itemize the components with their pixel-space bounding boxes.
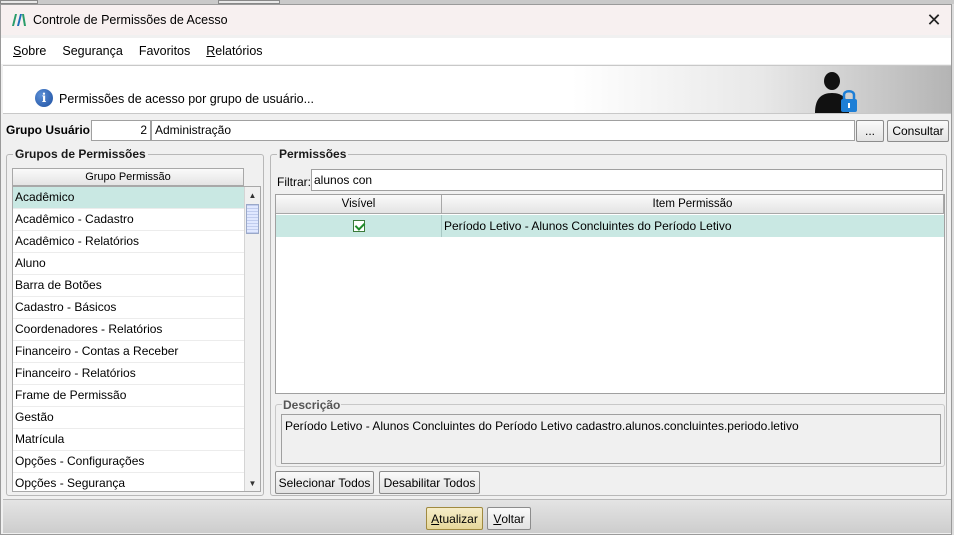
descricao-text: Período Letivo - Alunos Concluintes do P… <box>281 414 941 464</box>
info-icon: i <box>35 89 53 107</box>
grupos-permissoes-panel: Grupos de Permissões Grupo Permissão Aca… <box>6 147 264 496</box>
grupos-permissoes-list[interactable]: Acadêmico Acadêmico - Cadastro Acadêmico -… <box>12 186 261 492</box>
grupo-permissao-item[interactable]: Acadêmico <box>13 187 245 209</box>
grupo-permissao-item[interactable]: Financeiro - Relatórios <box>13 363 245 385</box>
grupo-permissao-item[interactable]: Matrícula <box>13 429 245 451</box>
grupo-usuario-code-field[interactable]: 2 <box>91 120 151 141</box>
window-title: Controle de Permissões de Acesso <box>33 13 228 27</box>
scrollbar-thumb[interactable] <box>246 204 259 234</box>
title-bar[interactable]: Controle de Permissões de Acesso ✕ <box>1 5 951 35</box>
user-lock-icon <box>811 69 861 113</box>
grupo-usuario-label: Grupo Usuário: <box>6 123 95 137</box>
grupo-permissao-item[interactable]: Opções - Configurações <box>13 451 245 473</box>
item-permissao-cell: Período Letivo - Alunos Concluintes do P… <box>444 219 732 233</box>
grupo-permissao-item[interactable]: Coordenadores - Relatórios <box>13 319 245 341</box>
scroll-down-icon[interactable]: ▼ <box>245 475 260 491</box>
lookup-button[interactable]: ... <box>856 120 884 142</box>
grupo-permissao-item[interactable]: Acadêmico - Cadastro <box>13 209 245 231</box>
header-text: Permissões de acesso por grupo de usuári… <box>59 92 314 106</box>
visible-checkbox[interactable] <box>352 220 365 232</box>
header-banner: i Permissões de acesso por grupo de usuá… <box>3 65 951 114</box>
permissions-grid[interactable]: Visível Item Permissão Período Letivo - … <box>275 194 945 394</box>
grupo-usuario-row: Grupo Usuário: 2 Administração ... Consu… <box>3 119 951 143</box>
grupo-permissao-item[interactable]: Frame de Permissão <box>13 385 245 407</box>
grupo-permissao-item[interactable]: Opções - Segurança <box>13 473 245 491</box>
permissoes-title: Permissões <box>277 147 349 161</box>
permissions-window: Controle de Permissões de Acesso ✕ Sobre… <box>0 4 952 535</box>
grupo-permissao-item[interactable]: Acadêmico - Relatórios <box>13 231 245 253</box>
grupos-permissoes-title: Grupos de Permissões <box>13 147 148 161</box>
atualizar-button[interactable]: Atualizar <box>426 507 483 530</box>
scroll-up-icon[interactable]: ▲ <box>245 187 260 203</box>
item-permissao-column-header[interactable]: Item Permissão <box>442 195 944 214</box>
menu-sobre[interactable]: Sobre <box>13 44 46 58</box>
menu-relatorios[interactable]: Relatórios <box>206 44 262 58</box>
menu-favoritos[interactable]: Favoritos <box>139 44 190 58</box>
filter-label: Filtrar: <box>277 175 311 189</box>
disable-all-button[interactable]: Desabilitar Todos <box>379 471 480 494</box>
grupo-permissao-item[interactable]: Cadastro - Básicos <box>13 297 245 319</box>
vertical-scrollbar[interactable]: ▲ ▼ <box>244 187 260 491</box>
menu-seguranca[interactable]: Segurança <box>62 44 122 58</box>
permission-row[interactable]: Período Letivo - Alunos Concluintes do P… <box>276 215 944 237</box>
menu-bar: Sobre Segurança Favoritos Relatórios <box>1 38 951 64</box>
grupo-permissao-item[interactable]: Financeiro - Contas a Receber <box>13 341 245 363</box>
app-logo-icon <box>11 13 27 27</box>
visivel-column-header[interactable]: Visível <box>276 195 442 214</box>
consultar-button[interactable]: Consultar <box>887 120 949 142</box>
voltar-button[interactable]: Voltar <box>487 507 531 530</box>
permissoes-panel: Permissões Filtrar: alunos con Visível I… <box>270 147 947 496</box>
grupo-permissao-item[interactable]: Gestão <box>13 407 245 429</box>
close-icon[interactable]: ✕ <box>923 9 945 31</box>
footer-bar: Atualizar Voltar <box>3 499 951 533</box>
visible-cell <box>276 215 442 237</box>
grupos-permissoes-rows: Acadêmico Acadêmico - Cadastro Acadêmico -… <box>13 187 245 491</box>
filter-input[interactable]: alunos con <box>311 169 943 191</box>
grupo-permissao-item[interactable]: Barra de Botões <box>13 275 245 297</box>
descricao-title: Descrição <box>282 398 342 412</box>
grupo-permissao-column-header[interactable]: Grupo Permissão <box>12 168 244 186</box>
grupo-usuario-name-field[interactable]: Administração <box>151 120 855 141</box>
select-all-button[interactable]: Selecionar Todos <box>275 471 374 494</box>
permissions-grid-header: Visível Item Permissão <box>276 195 944 214</box>
grupo-permissao-item[interactable]: Aluno <box>13 253 245 275</box>
